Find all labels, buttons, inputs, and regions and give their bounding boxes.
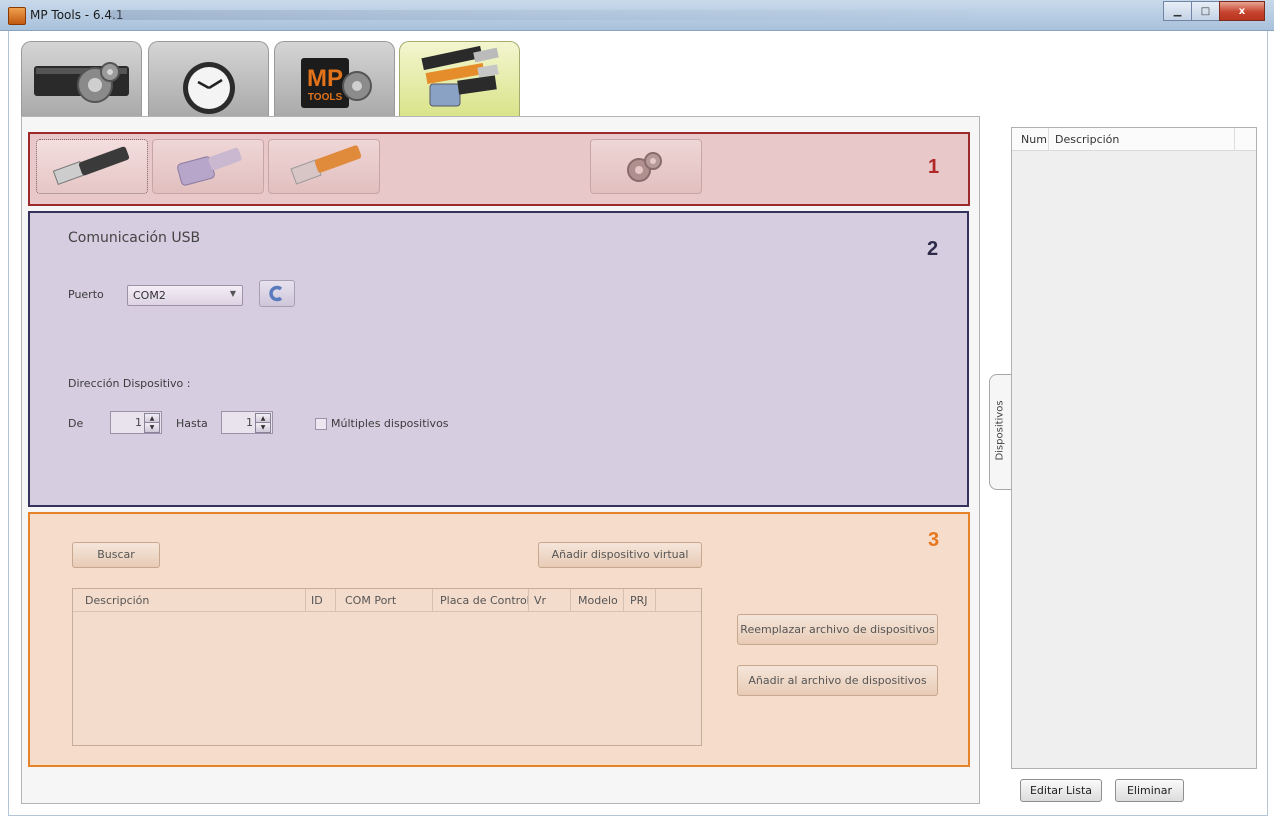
devices-table: Descripción ID COM Port Placa de Control… — [72, 588, 702, 746]
title-bar: MP Tools - 6.4.1 ▁ □ x — [0, 0, 1274, 31]
column-header-model[interactable]: Modelo — [578, 594, 618, 607]
clock-icon — [183, 62, 235, 114]
chevron-down-icon: ▼ — [229, 289, 236, 298]
column-separator — [335, 589, 336, 611]
column-header-id[interactable]: ID — [311, 594, 323, 607]
column-separator — [623, 589, 624, 611]
gears-icon — [627, 152, 662, 182]
devices-table-header: Descripción ID COM Port Placa de Control… — [73, 589, 701, 612]
tab-mp-tools[interactable]: MP TOOLS — [274, 41, 395, 117]
section-number-3: 3 — [928, 529, 940, 551]
tab-communication[interactable] — [399, 41, 520, 118]
column-header-description[interactable]: Descripción — [1055, 133, 1119, 146]
column-separator — [1048, 128, 1049, 150]
devices-side-tab-label: Dispositivos — [994, 400, 1006, 461]
mp-tools-logo-icon: MP TOOLS — [301, 58, 372, 108]
gear-card-icon — [34, 62, 129, 103]
devices-side-tab[interactable]: Dispositivos — [989, 374, 1012, 490]
close-button[interactable]: x — [1219, 1, 1265, 21]
column-separator — [528, 589, 529, 611]
from-stepper[interactable]: 1 ▲ ▼ — [110, 411, 162, 434]
maximize-button[interactable]: □ — [1191, 1, 1220, 21]
usb-settings-section: 2 — [28, 211, 969, 507]
search-button[interactable]: Buscar — [72, 542, 160, 568]
to-label: Hasta — [176, 417, 208, 430]
serial-cable-icon — [177, 147, 242, 186]
from-value: 1 — [135, 416, 142, 429]
column-header-description[interactable]: Descripción — [85, 594, 149, 607]
port-label: Puerto — [68, 288, 104, 301]
window-controls: ▁ □ x — [1163, 1, 1265, 21]
column-separator — [570, 589, 571, 611]
delete-button[interactable]: Eliminar — [1115, 779, 1184, 802]
devices-list-header: Num Descripción — [1012, 128, 1256, 151]
config-button[interactable] — [590, 139, 702, 194]
from-label: De — [68, 417, 84, 430]
section-number-1: 1 — [928, 156, 940, 178]
column-header-num[interactable]: Num — [1021, 133, 1047, 146]
replace-devices-file-button[interactable]: Reemplazar archivo de dispositivos — [737, 614, 938, 645]
port-select[interactable]: COM2 ▼ — [127, 285, 243, 306]
multiple-devices-checkbox[interactable] — [315, 418, 327, 430]
section-number-2: 2 — [927, 238, 939, 260]
ethernet-cable-icon — [290, 145, 362, 185]
column-header-version[interactable]: Vr — [534, 594, 546, 607]
ethernet-button[interactable] — [268, 139, 380, 194]
from-decrement-button[interactable]: ▼ — [144, 422, 160, 433]
column-header-com-port[interactable]: COM Port — [345, 594, 396, 607]
devices-list: Num Descripción — [1011, 127, 1257, 769]
section-heading: Comunicación USB — [68, 230, 201, 246]
append-devices-file-button[interactable]: Añadir al archivo de dispositivos — [737, 665, 938, 696]
edit-list-button[interactable]: Editar Lista — [1020, 779, 1102, 802]
serial-button[interactable] — [152, 139, 264, 194]
tab-settings[interactable] — [21, 41, 142, 117]
tab-clock[interactable] — [148, 41, 269, 117]
to-decrement-button[interactable]: ▼ — [255, 422, 271, 433]
multiple-devices-label: Múltiples dispositivos — [331, 417, 449, 430]
column-header-control-board[interactable]: Placa de Control — [440, 594, 530, 607]
to-value: 1 — [246, 416, 253, 429]
cables-icon — [421, 45, 499, 107]
usb-button[interactable] — [36, 139, 148, 194]
add-virtual-device-button[interactable]: Añadir dispositivo virtual — [538, 542, 702, 568]
taskbar-blur — [110, 10, 970, 20]
column-header-prj[interactable]: PRJ — [630, 594, 648, 607]
app-icon — [8, 7, 26, 25]
column-separator — [305, 589, 306, 611]
column-separator — [432, 589, 433, 611]
to-stepper[interactable]: 1 ▲ ▼ — [221, 411, 273, 434]
svg-text:TOOLS: TOOLS — [308, 92, 343, 103]
refresh-button[interactable] — [259, 280, 295, 307]
usb-cable-icon — [52, 146, 130, 186]
minimize-button[interactable]: ▁ — [1163, 1, 1192, 21]
port-select-value: COM2 — [133, 289, 166, 302]
column-separator — [1234, 128, 1235, 150]
refresh-icon — [269, 285, 283, 302]
device-address-label: Dirección Dispositivo : — [68, 377, 191, 390]
svg-text:MP: MP — [307, 65, 343, 92]
column-separator — [655, 589, 656, 611]
